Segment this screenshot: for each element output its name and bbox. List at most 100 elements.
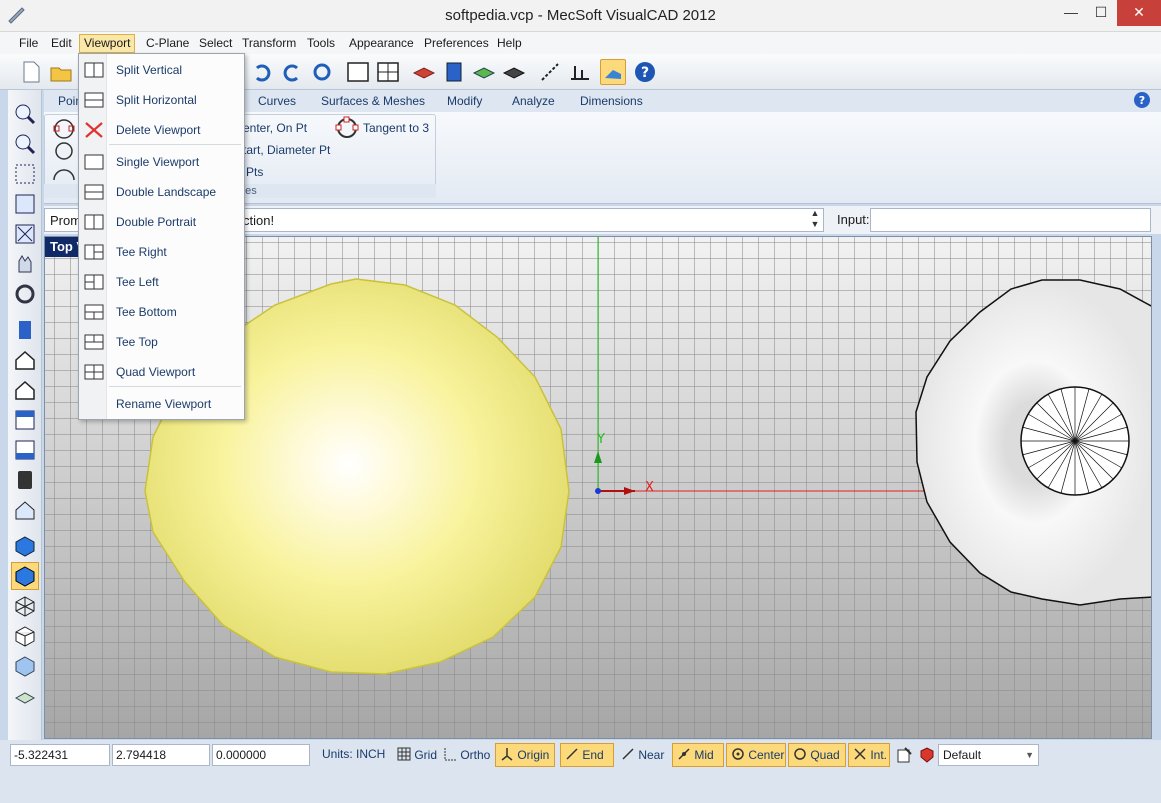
tab-analyze[interactable]: Analyze xyxy=(512,94,555,108)
house-view-icon[interactable] xyxy=(13,378,37,402)
materials-icon[interactable] xyxy=(471,59,497,85)
tangent-circle-icon[interactable] xyxy=(335,116,359,140)
wireframe-cube-icon[interactable] xyxy=(13,594,37,618)
quad-snap[interactable]: Quad xyxy=(788,743,846,767)
torus-hole-mesh xyxy=(1021,387,1129,495)
tab-dimensions[interactable]: Dimensions xyxy=(580,94,643,108)
single-view-icon[interactable] xyxy=(345,59,371,85)
minimize-button[interactable]: — xyxy=(1056,0,1086,26)
tee-top-icon xyxy=(84,334,104,350)
tab-modify[interactable]: Modify xyxy=(447,94,482,108)
circle-2pt-icon[interactable] xyxy=(51,140,77,162)
intersection-snap[interactable]: Int. xyxy=(848,743,890,767)
front-view-icon[interactable] xyxy=(13,318,37,342)
z-coordinate[interactable]: 0.000000 xyxy=(212,744,310,766)
end-snap[interactable]: End xyxy=(560,743,614,767)
menu-item-tee-bottom[interactable]: Tee Bottom xyxy=(79,298,244,326)
back-view-icon[interactable] xyxy=(13,468,37,492)
bottom-view-icon[interactable] xyxy=(13,438,37,462)
quad-view-icon[interactable] xyxy=(375,59,401,85)
layer-color-icon[interactable] xyxy=(918,746,936,764)
menu-item-tee-right[interactable]: Tee Right xyxy=(79,238,244,266)
menu-item-rename-viewport[interactable]: Rename Viewport xyxy=(79,390,244,418)
rotate-view-icon[interactable] xyxy=(13,282,37,306)
grid-settings-icon[interactable] xyxy=(13,684,37,708)
tab-surfaces-meshes[interactable]: Surfaces & Meshes xyxy=(321,94,425,108)
layer-value: Default xyxy=(943,748,982,762)
tab-curves[interactable]: Curves xyxy=(258,94,296,108)
maximize-button[interactable]: ☐ xyxy=(1086,0,1116,26)
x-coordinate[interactable]: -5.322431 xyxy=(10,744,110,766)
circle-center-on-pt-label[interactable]: enter, On Pt xyxy=(243,121,307,135)
menu-file[interactable]: File xyxy=(15,35,42,52)
close-button[interactable]: ✕ xyxy=(1117,0,1161,26)
menu-transform[interactable]: Transform xyxy=(238,35,300,52)
circle-start-diameter-label[interactable]: tart, Diameter Pt xyxy=(243,143,330,157)
menu-viewport[interactable]: Viewport xyxy=(79,34,136,53)
menu-item-split-horizontal[interactable]: Split Horizontal xyxy=(79,86,244,114)
tangent-to-3-label[interactable]: Tangent to 3 xyxy=(363,121,429,135)
new-file-icon[interactable] xyxy=(18,59,44,85)
grid-toggle[interactable]: Grid xyxy=(392,743,438,767)
menu-cplane[interactable]: C-Plane xyxy=(142,35,193,52)
y-coordinate[interactable]: 2.794418 xyxy=(112,744,210,766)
menu-item-single-viewport[interactable]: Single Viewport xyxy=(79,148,244,176)
prompt-scroll[interactable]: ▲ ▼ xyxy=(806,208,824,232)
mid-snap[interactable]: Mid xyxy=(672,743,724,767)
render-icon[interactable] xyxy=(501,59,527,85)
snap-icon[interactable] xyxy=(537,59,563,85)
render-cube-icon[interactable] xyxy=(13,654,37,678)
layer-dropdown[interactable]: Default ▼ xyxy=(938,744,1039,766)
hidden-line-cube-icon[interactable] xyxy=(13,624,37,648)
measure-icon[interactable] xyxy=(567,59,593,85)
input-label: Input: xyxy=(837,212,870,227)
circle-pts-label[interactable]: Pts xyxy=(246,165,263,179)
circle-3pt-icon[interactable] xyxy=(51,116,77,142)
shaded-edges-cube-icon[interactable] xyxy=(11,562,39,590)
origin-snap[interactable]: Origin xyxy=(495,743,555,767)
menu-help[interactable]: Help xyxy=(493,35,526,52)
redo-icon[interactable] xyxy=(279,59,305,85)
menu-item-tee-left[interactable]: Tee Left xyxy=(79,268,244,296)
menu-item-delete-viewport[interactable]: Delete Viewport xyxy=(79,116,244,144)
menu-item-split-vertical[interactable]: Split Vertical xyxy=(79,56,244,84)
home-view-icon[interactable] xyxy=(13,348,37,372)
repeat-icon[interactable] xyxy=(309,59,335,85)
help-icon[interactable]: ? xyxy=(632,59,658,85)
mid-label: Mid xyxy=(694,748,714,762)
book-icon[interactable] xyxy=(441,59,467,85)
ortho-icon xyxy=(444,748,456,761)
zoom-in-icon[interactable] xyxy=(13,102,37,126)
near-snap[interactable]: Near xyxy=(616,743,670,767)
snap-settings-icon[interactable] xyxy=(896,746,914,764)
zoom-extents-icon[interactable] xyxy=(13,192,37,216)
menu-preferences[interactable]: Preferences xyxy=(420,35,493,52)
zoom-out-icon[interactable] xyxy=(13,132,37,156)
undo-icon[interactable] xyxy=(249,59,275,85)
ortho-toggle[interactable]: Ortho xyxy=(438,743,494,767)
menu-tools[interactable]: Tools xyxy=(303,35,339,52)
menu-item-quad-viewport[interactable]: Quad Viewport xyxy=(79,358,244,386)
layers-icon[interactable] xyxy=(411,59,437,85)
end-point-icon xyxy=(566,748,578,760)
top-view-icon[interactable] xyxy=(13,408,37,432)
menu-item-double-portrait[interactable]: Double Portrait xyxy=(79,208,244,236)
command-input[interactable] xyxy=(870,208,1151,232)
center-snap[interactable]: Center xyxy=(726,743,786,767)
iso-house-icon[interactable] xyxy=(13,498,37,522)
arc-3pt-icon[interactable] xyxy=(51,162,77,184)
menu-appearance[interactable]: Appearance xyxy=(345,35,418,52)
menu-select[interactable]: Select xyxy=(195,35,236,52)
menu-item-tee-top[interactable]: Tee Top xyxy=(79,328,244,356)
quad-label: Quad xyxy=(810,748,840,762)
menu-edit[interactable]: Edit xyxy=(47,35,76,52)
ribbon-help-icon[interactable]: ? xyxy=(1133,91,1151,109)
cam-icon[interactable] xyxy=(600,59,626,85)
zoom-all-icon[interactable] xyxy=(13,222,37,246)
zoom-window-icon[interactable] xyxy=(13,162,37,186)
split-vertical-icon xyxy=(84,62,104,78)
pan-icon[interactable] xyxy=(13,252,37,276)
shaded-cube-icon[interactable] xyxy=(13,534,37,558)
open-folder-icon[interactable] xyxy=(48,59,74,85)
menu-item-double-landscape[interactable]: Double Landscape xyxy=(79,178,244,206)
